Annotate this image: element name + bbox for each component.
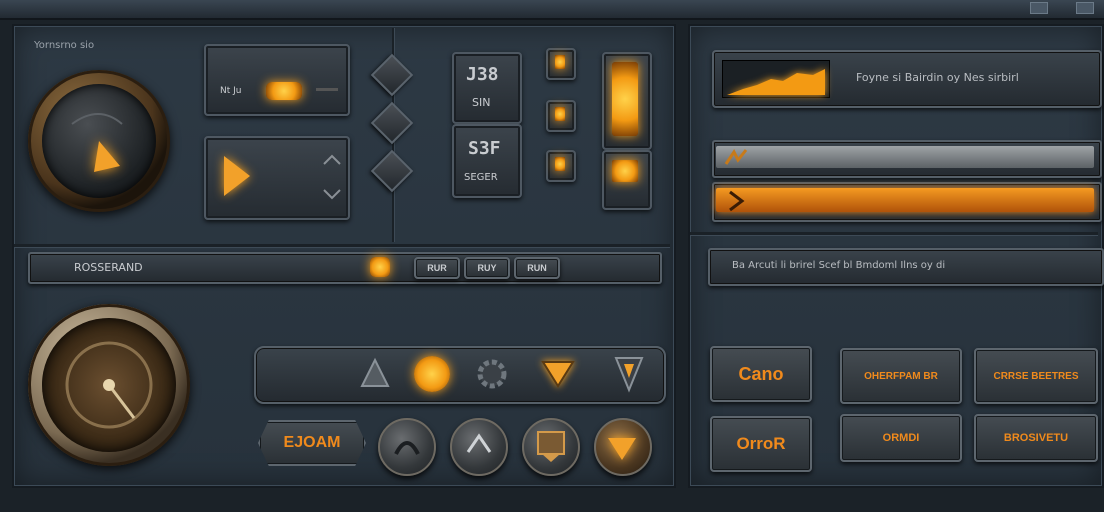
stat-box[interactable]: J38 SIN <box>452 52 522 124</box>
round-button[interactable] <box>378 418 436 476</box>
round-button[interactable] <box>450 418 508 476</box>
window-titlebar <box>0 0 1104 20</box>
chevron-down-icon[interactable] <box>540 356 576 392</box>
play-icon <box>224 156 250 196</box>
slider-tab[interactable]: RUR <box>414 257 460 279</box>
energy-fill <box>612 62 638 136</box>
dial-wedge-icon <box>71 113 123 172</box>
option-button[interactable]: BROSIVETU <box>974 414 1098 462</box>
chevron-right-icon <box>729 190 745 212</box>
round-button[interactable] <box>522 418 580 476</box>
play-box[interactable] <box>204 136 350 220</box>
stat-box[interactable]: S3F SEGER <box>452 124 522 198</box>
slider-label: ROSSERAND <box>74 261 143 274</box>
option-button[interactable]: ORMDI <box>840 414 962 462</box>
stat-label: SIN <box>472 96 491 109</box>
round-button[interactable] <box>594 418 652 476</box>
option-button[interactable]: CRRSE BEETRES <box>974 348 1098 404</box>
arc-icon <box>394 441 420 455</box>
indicator-light <box>555 107 565 121</box>
double-arrow-icon <box>323 154 341 200</box>
amber-indicator[interactable] <box>546 100 576 132</box>
map-icon <box>537 431 565 462</box>
divider <box>14 244 670 247</box>
progress-bar-orange <box>712 182 1102 222</box>
stat-value: J38 <box>466 64 499 85</box>
stat-label: SEGER <box>464 172 498 183</box>
caret-up-icon <box>466 433 492 453</box>
trend-graph <box>722 60 830 98</box>
speed-gauge <box>28 304 190 466</box>
slider-tab[interactable]: RUN <box>514 257 560 279</box>
progress-bar-gray <box>712 140 1102 178</box>
main-action-button[interactable]: EJOAM <box>258 420 366 466</box>
resource-meter <box>316 88 338 91</box>
divider <box>690 232 1098 235</box>
power-dial[interactable] <box>28 70 170 212</box>
indicator-light <box>555 55 565 69</box>
orb-icon[interactable] <box>414 356 450 392</box>
resource-label: Nt Ju <box>220 86 242 96</box>
window-control[interactable] <box>1076 2 1094 14</box>
status-bar: Ba Arcuti li brirel Scef bl Bmdoml Ilns … <box>708 248 1104 286</box>
progress-fill <box>716 188 1094 212</box>
energy-meter <box>602 52 652 150</box>
triangle-icon[interactable] <box>360 357 390 388</box>
chevron-icon <box>608 438 636 460</box>
trend-graph-icon <box>727 69 825 95</box>
amber-indicator[interactable] <box>546 150 576 182</box>
slider-track[interactable]: ROSSERAND RUR RUY RUN <box>28 252 662 284</box>
slider-handle[interactable] <box>370 257 390 277</box>
arrow-down-icon[interactable] <box>614 356 644 393</box>
grid-fill <box>612 160 638 182</box>
option-button[interactable]: OHERFPAM BR <box>840 348 962 404</box>
status-text: Ba Arcuti li brirel Scef bl Bmdoml Ilns … <box>732 260 946 271</box>
gauge-needle-icon <box>65 341 153 429</box>
stat-value: S3F <box>468 138 501 159</box>
stats-graph-panel: Foyne si Bairdin oy Nes sirbirl <box>712 50 1102 108</box>
arrow-mark-icon <box>724 149 748 165</box>
ability-bar <box>254 346 666 404</box>
slider-tab[interactable]: RUY <box>464 257 510 279</box>
panel-caption: Yornsrno sio <box>34 40 95 51</box>
graph-caption: Foyne si Bairdin oy Nes sirbirl <box>856 71 1019 84</box>
amber-indicator[interactable] <box>546 48 576 80</box>
error-button[interactable]: OrroR <box>710 416 812 472</box>
window-control[interactable] <box>1030 2 1048 14</box>
resource-gem-icon <box>266 82 302 100</box>
resource-box[interactable]: Nt Ju <box>204 44 350 116</box>
cano-button[interactable]: Cano <box>710 346 812 402</box>
grid-meter <box>602 150 652 210</box>
gear-icon[interactable] <box>474 356 510 392</box>
progress-fill <box>716 146 1094 168</box>
indicator-light <box>555 157 565 171</box>
